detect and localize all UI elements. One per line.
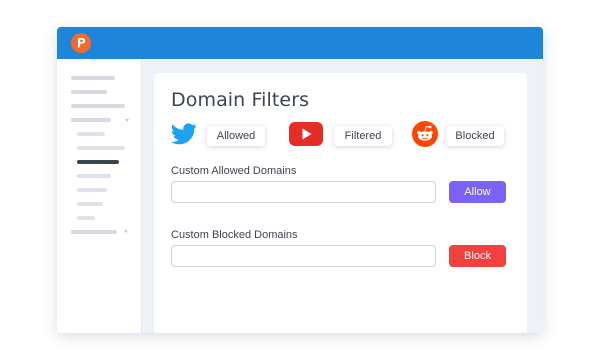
youtube-icon (289, 122, 323, 146)
sidebar-subitem-6[interactable] (77, 202, 103, 206)
twitter-icon (171, 123, 197, 145)
service-reddit: Blocked (412, 119, 512, 149)
sidebar (57, 59, 142, 333)
status-badge-filtered: Filtered (334, 126, 392, 146)
block-button[interactable]: Block (449, 245, 506, 267)
sidebar-item-1[interactable] (71, 76, 115, 80)
sidebar-item-3[interactable] (71, 104, 125, 108)
app-window: Domain Filters Allowed Filtered Blocked … (57, 27, 543, 333)
page-title: Domain Filters (171, 89, 310, 111)
sidebar-subitem-4[interactable] (77, 174, 111, 178)
sidebar-group-collapsed[interactable] (71, 230, 117, 234)
reddit-icon (412, 121, 438, 147)
blocked-domains-input[interactable] (171, 245, 436, 267)
status-badge-blocked: Blocked (446, 126, 504, 146)
chevron-down-icon[interactable] (125, 119, 129, 122)
service-twitter: Allowed (171, 119, 269, 149)
sidebar-subitem-2[interactable] (77, 146, 125, 150)
sidebar-subitem-7[interactable] (77, 216, 95, 220)
title-bar (57, 27, 543, 59)
chevron-left-icon[interactable] (124, 229, 127, 233)
sidebar-subitem-active[interactable] (77, 160, 119, 164)
pihole-shield-icon[interactable] (71, 33, 91, 53)
sidebar-item-2[interactable] (71, 90, 107, 94)
allow-button[interactable]: Allow (449, 181, 506, 203)
allowed-domains-label: Custom Allowed Domains (171, 165, 297, 177)
blocked-domains-label: Custom Blocked Domains (171, 229, 298, 241)
status-badge-allowed: Allowed (207, 126, 265, 146)
service-youtube: Filtered (289, 119, 404, 149)
allowed-domains-input[interactable] (171, 181, 436, 203)
sidebar-subitem-1[interactable] (77, 132, 105, 136)
domain-filters-panel: Domain Filters Allowed Filtered Blocked … (154, 73, 527, 333)
sidebar-group-expanded[interactable] (71, 118, 111, 122)
sidebar-subitem-5[interactable] (77, 188, 107, 192)
